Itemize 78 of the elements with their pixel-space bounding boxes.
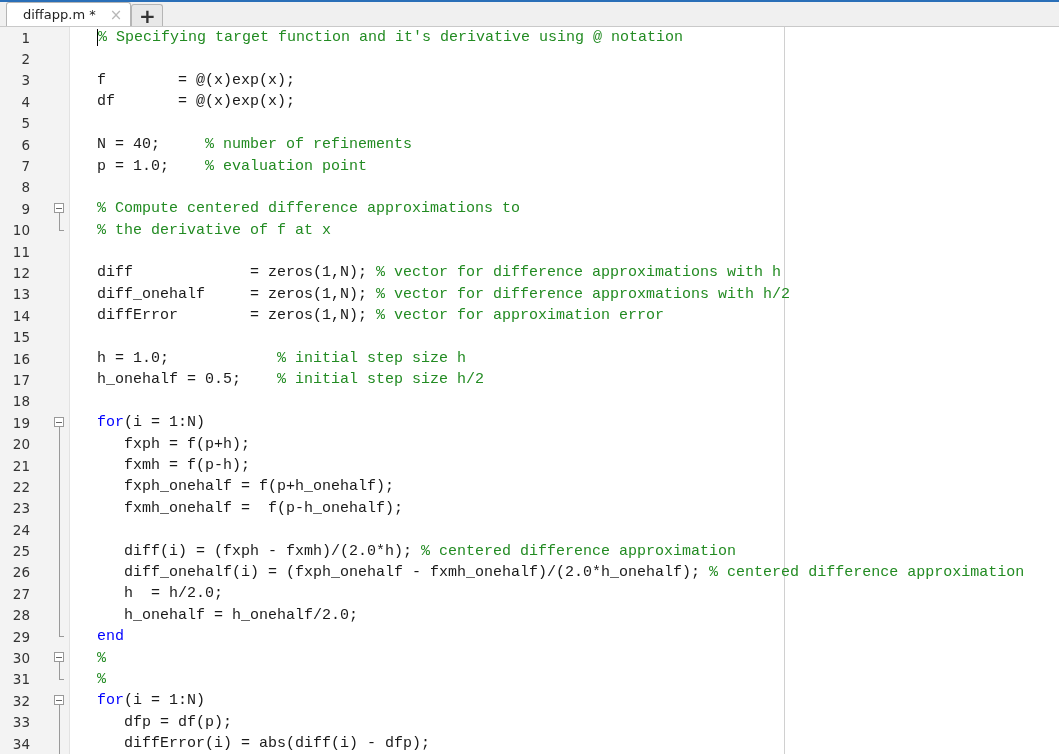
comment-text: % <box>97 649 106 667</box>
code-text: h = 1.0; <box>97 350 170 368</box>
line-number: 17 <box>11 371 30 388</box>
fold-toggle[interactable] <box>54 695 64 706</box>
line-number: 15 <box>11 329 30 346</box>
code-text: fxmh = f(p-h); <box>123 457 251 474</box>
line-number: 29 <box>11 628 30 645</box>
line-number: 2 <box>20 51 30 68</box>
comment-text: % centered difference approximation <box>421 542 737 560</box>
line-number: 30 <box>11 650 30 666</box>
line-number: 9 <box>20 200 30 217</box>
comment-text: % <box>97 670 106 688</box>
code-text: fxph_onehalf = f(p+h_onehalf); <box>123 478 395 496</box>
line-number: 27 <box>11 585 30 602</box>
line-number: 26 <box>11 564 30 581</box>
line-number: 24 <box>11 521 30 538</box>
line-number: 22 <box>11 478 30 495</box>
comment-text: % vector for difference approximations with h <box>376 264 782 282</box>
line-number: 12 <box>11 265 30 281</box>
line-number: 34 <box>11 735 30 752</box>
code-text: h_onehalf = h_onehalf/2.0; <box>123 606 359 624</box>
line-number: 14 <box>11 307 30 324</box>
fold-toggle[interactable] <box>54 652 64 663</box>
line-number: 7 <box>20 158 30 175</box>
line-number: 1 <box>20 29 30 46</box>
line-number: 32 <box>11 692 30 709</box>
code-text: diffError(i) = abs(diff(i) - dfp); <box>123 735 431 753</box>
code-text: diff(i) = (fxph - fxmh)/(2.0*h); <box>123 542 414 560</box>
code-text: diffError = zeros(1,N); <box>97 307 369 325</box>
line-number: 4 <box>20 93 30 110</box>
code-text: df = @(x)exp(x); <box>97 93 296 111</box>
comment-text: % initial step size h <box>277 350 467 368</box>
comment-text: % vector for difference approxmations with h/2 <box>376 285 791 303</box>
line-number: 20 <box>11 436 30 453</box>
code-text: fxph = f(p+h); <box>123 435 251 453</box>
fold-toggle[interactable] <box>54 417 64 428</box>
file-tab[interactable]: diffapp.m * × <box>6 2 132 26</box>
line-number: 10 <box>11 222 30 239</box>
keyword-text: for <box>97 414 124 432</box>
code-text: diff_onehalf(i) = (fxph_onehalf - fxmh_onehalf)/(2.0*h_onehalf); <box>123 563 702 581</box>
code-text: fxmh_onehalf = f(p-h_onehalf); <box>123 499 404 517</box>
new-tab-button[interactable]: + <box>131 4 164 26</box>
keyword-text: for <box>97 692 124 710</box>
comment-text: % Compute centered difference approximations to <box>97 200 521 218</box>
fold-toggle[interactable] <box>54 203 64 214</box>
code-text: f = @(x)exp(x); <box>97 71 296 89</box>
code-text: h_onehalf = 0.5; <box>97 371 243 389</box>
comment-text: % the derivative of f at x <box>97 221 332 239</box>
line-number: 33 <box>11 714 30 731</box>
code-text: p = 1.0; <box>97 157 170 175</box>
line-number: 5 <box>20 115 30 132</box>
line-number: 28 <box>11 607 30 624</box>
code-text: N = 40; <box>97 136 161 154</box>
comment-text: % vector for approximation error <box>376 307 665 325</box>
line-number: 31 <box>11 671 30 688</box>
line-number: 18 <box>11 393 30 410</box>
code-text: diff_onehalf = zeros(1,N); <box>97 285 369 303</box>
code-text: diff = zeros(1,N); <box>97 264 369 282</box>
line-number: 25 <box>11 543 30 560</box>
line-number: 8 <box>20 179 30 196</box>
comment-text: % initial step size h/2 <box>277 371 485 389</box>
code-text: (i = 1:N) <box>124 414 206 432</box>
comment-text: % Specifying target function and it's derivative using @ notation <box>98 29 684 47</box>
comment-text: % evaluation point <box>205 157 368 175</box>
code-text: dfp = df(p); <box>123 713 233 731</box>
comment-text: % number of refinements <box>205 136 413 154</box>
line-number: 6 <box>20 136 30 153</box>
line-number: 11 <box>11 243 30 260</box>
line-number: 13 <box>11 286 30 303</box>
code-text: h = h/2.0; <box>123 585 224 603</box>
line-number: 21 <box>11 457 30 474</box>
line-number: 16 <box>11 350 30 367</box>
keyword-text: end <box>97 628 124 646</box>
code-text: (i = 1:N) <box>124 692 206 710</box>
line-number: 3 <box>20 72 30 89</box>
comment-text: % centered difference approximation <box>709 563 1025 581</box>
line-number: 23 <box>11 500 30 517</box>
line-number: 19 <box>11 414 30 431</box>
